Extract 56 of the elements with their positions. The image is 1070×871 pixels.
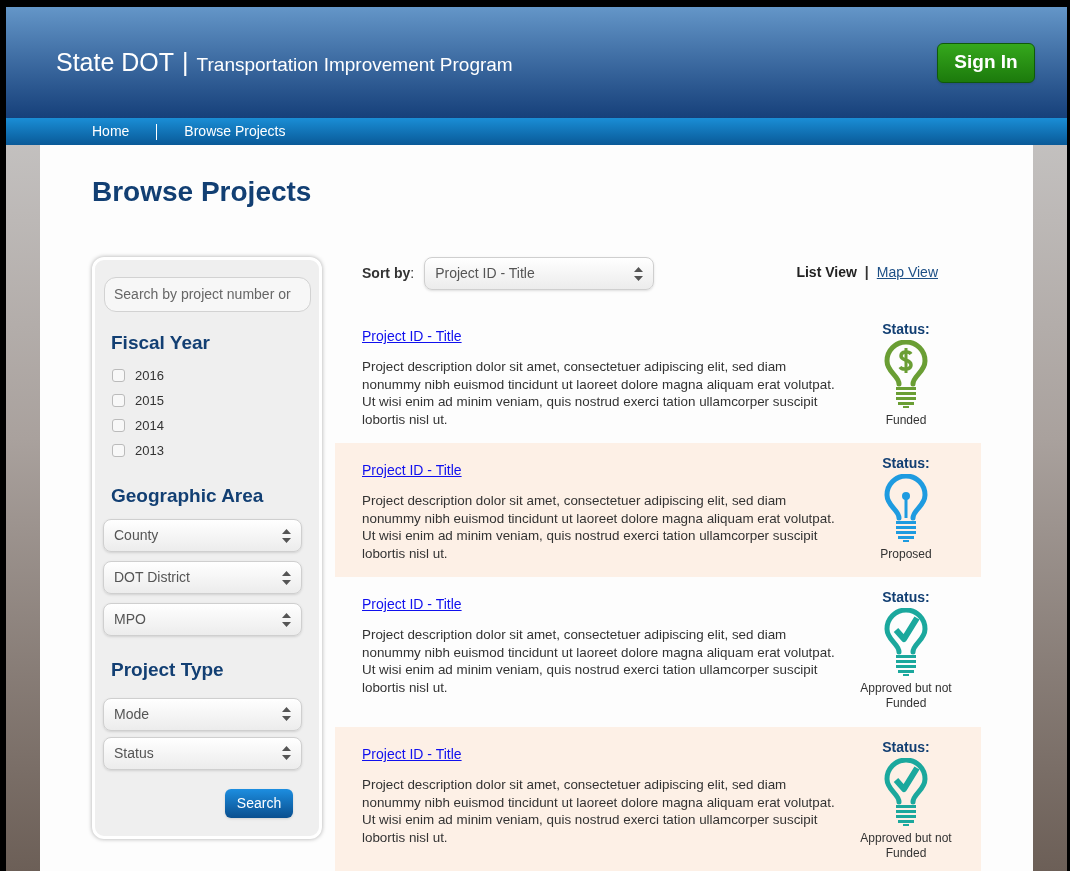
dropdown[interactable]: County bbox=[103, 519, 302, 552]
sign-in-button[interactable]: Sign In bbox=[937, 42, 1035, 83]
sort-label: Sort by: bbox=[362, 264, 415, 283]
select-arrows-icon bbox=[282, 612, 291, 627]
project-title-link[interactable]: Project ID - Title bbox=[362, 596, 462, 612]
checkbox[interactable] bbox=[112, 419, 125, 432]
dropdown[interactable]: DOT District bbox=[103, 561, 302, 594]
status-label: Status: bbox=[882, 454, 930, 473]
check-lightbulb-icon bbox=[882, 758, 930, 828]
nav-link[interactable]: Home bbox=[92, 121, 130, 142]
brand-title: State DOT bbox=[56, 46, 175, 78]
dropdown[interactable]: MPO bbox=[103, 603, 302, 636]
checkbox-label: 2013 bbox=[135, 441, 164, 460]
checkbox-label: 2015 bbox=[135, 391, 164, 410]
section-heading: Geographic Area bbox=[111, 483, 265, 508]
lightbulb-icon bbox=[882, 474, 930, 544]
checkbox-label: 2014 bbox=[135, 416, 164, 435]
section-heading: Fiscal Year bbox=[111, 331, 211, 355]
status-label: Status: bbox=[882, 320, 930, 339]
project-description: Project description dolor sit amet, consectetuer adipiscing elit, sed diam nonummy nibh euismod tincidunt ut laoreet dolore magna aliquam erat volutpat. Ut wisi enim ad minim veniam, quis nostrud exerci tation ullamcorper suscipit lobortis nisl ut. bbox=[362, 492, 836, 563]
status-label: Status: bbox=[882, 738, 930, 757]
project-title-link[interactable]: Project ID - Title bbox=[362, 462, 462, 478]
check-lightbulb-icon bbox=[882, 608, 930, 678]
select-arrows-icon bbox=[634, 266, 644, 281]
page-title: Browse Projects bbox=[92, 175, 313, 209]
checkbox-label: 2016 bbox=[135, 366, 164, 385]
title-separator: | bbox=[182, 46, 189, 78]
dropdown[interactable]: Mode bbox=[103, 697, 302, 731]
search-field[interactable]: Search by project number or bbox=[104, 277, 311, 312]
search-button[interactable]: Search bbox=[225, 788, 293, 818]
status-text: Funded bbox=[885, 413, 927, 428]
dropdown[interactable]: Status bbox=[103, 736, 302, 770]
sort-dropdown[interactable]: Project ID - Title bbox=[424, 257, 655, 290]
project-title-link[interactable]: Project ID - Title bbox=[362, 328, 462, 344]
checkbox[interactable] bbox=[112, 394, 125, 407]
project-description: Project description dolor sit amet, consectetuer adipiscing elit, sed diam nonummy nibh euismod tincidunt ut laoreet dolore magna aliquam erat volutpat. Ut wisi enim ad minim veniam, quis nostrud exerci tation ullamcorper suscipit lobortis nisl ut. bbox=[362, 776, 836, 847]
view-separator: | bbox=[864, 263, 869, 282]
checkbox[interactable] bbox=[112, 369, 125, 382]
status-label: Status: bbox=[882, 588, 930, 607]
project-description: Project description dolor sit amet, consectetuer adipiscing elit, sed diam nonummy nibh euismod tincidunt ut laoreet dolore magna aliquam erat volutpat. Ut wisi enim ad minim veniam, quis nostrud exerci tation ullamcorper suscipit lobortis nisl ut. bbox=[362, 358, 836, 429]
status-text: Approved but not Funded bbox=[859, 831, 953, 861]
select-arrows-icon bbox=[282, 528, 291, 543]
select-arrows-icon bbox=[282, 746, 291, 760]
project-title-link[interactable]: Project ID - Title bbox=[362, 746, 462, 762]
checkbox[interactable] bbox=[112, 444, 125, 457]
view-toggle[interactable]: Map View bbox=[876, 262, 938, 283]
status-text: Proposed bbox=[880, 547, 932, 562]
nav-link[interactable]: Browse Projects bbox=[184, 121, 286, 142]
section-heading: Project Type bbox=[111, 658, 225, 682]
project-description: Project description dolor sit amet, consectetuer adipiscing elit, sed diam nonummy nibh euismod tincidunt ut laoreet dolore magna aliquam erat volutpat. Ut wisi enim ad minim veniam, quis nostrud exerci tation ullamcorper suscipit lobortis nisl ut. bbox=[362, 626, 836, 697]
status-text: Approved but not Funded bbox=[859, 681, 953, 711]
select-arrows-icon bbox=[282, 570, 291, 585]
select-arrows-icon bbox=[282, 707, 291, 721]
app-subtitle: Transportation Improvement Program bbox=[196, 52, 513, 77]
view-toggle[interactable]: List View bbox=[796, 262, 857, 283]
dollar-lightbulb-icon bbox=[882, 340, 930, 410]
